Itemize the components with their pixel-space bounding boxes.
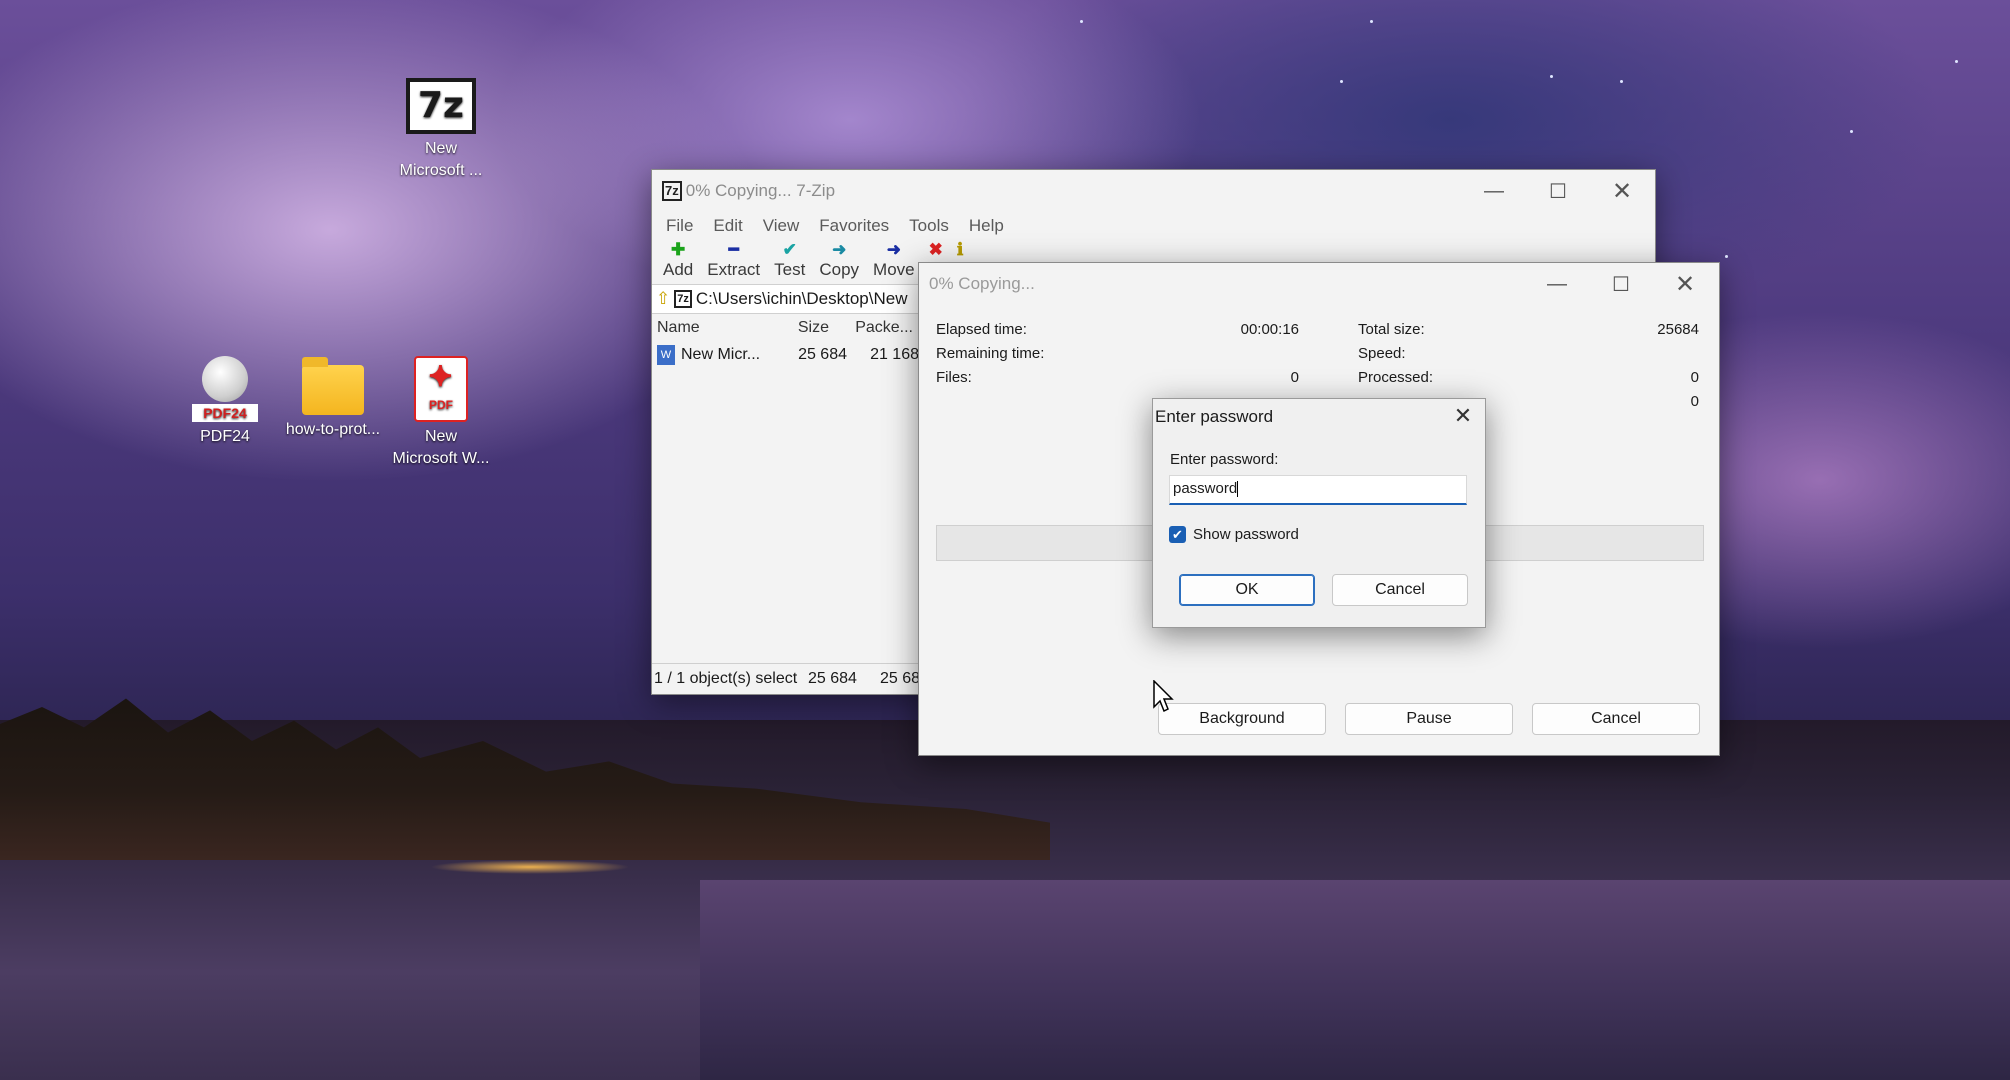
status-size: 25 684 (808, 670, 857, 687)
delete-icon: ✖ (928, 240, 943, 259)
column-packed[interactable]: Packe... (829, 319, 913, 337)
column-name[interactable]: Name (652, 319, 767, 337)
plus-icon: ✚ (671, 240, 686, 259)
desktop-shore-lights (430, 860, 630, 874)
menu-file[interactable]: File (656, 216, 703, 236)
text-caret (1237, 481, 1239, 498)
password-dialog: Enter password ✕ Enter password: passwor… (1152, 398, 1486, 628)
status-packed: 25 68 (880, 670, 921, 687)
add-label: Add (663, 260, 694, 279)
elapsed-time-value: 00:00:16 (1240, 321, 1299, 338)
speed-label: Speed: (1358, 345, 1406, 362)
app-icon: 7z (662, 181, 682, 201)
archive-icon: 7z (674, 290, 692, 308)
file-name: New Micr... (681, 346, 761, 363)
move-button[interactable]: ➜ Move (866, 240, 922, 284)
word-file-icon: W (657, 345, 675, 365)
pdf-file-icon: ⯌ PDF (414, 356, 468, 422)
maximize-button[interactable]: ☐ (1526, 170, 1590, 212)
window-title: 0% Copying... 7-Zip (685, 181, 836, 200)
mouse-cursor-icon (1153, 680, 1174, 713)
desktop-icon-label: New (424, 428, 457, 445)
password-cancel-button[interactable]: Cancel (1332, 574, 1468, 606)
progress-window-title: 0% Copying... (929, 274, 1035, 293)
processed-value: 0 (1690, 369, 1699, 386)
desktop-icon-pdf-document[interactable]: ⯌ PDF New Microsoft W... (386, 356, 496, 470)
desktop-icon-pdf24[interactable]: PDF24 PDF24 (170, 356, 280, 448)
menu-favorites[interactable]: Favorites (809, 216, 899, 236)
test-button[interactable]: ✔ Test (767, 240, 812, 284)
test-label: Test (774, 260, 806, 279)
desktop-icon-label: how-to-prot... (285, 421, 381, 438)
menu-help[interactable]: Help (959, 216, 1014, 236)
ok-button[interactable]: OK (1179, 574, 1315, 606)
desktop-icon-7z-archive[interactable]: 7z New Microsoft ... (386, 78, 496, 182)
status-selection: 1 / 1 object(s) select (654, 670, 798, 687)
elapsed-time-label: Elapsed time: (936, 321, 1027, 338)
arrow-right-icon: ➜ (886, 240, 901, 259)
file-size: 25 684 (798, 346, 847, 363)
extract-label: Extract (707, 260, 761, 279)
copy-label: Copy (819, 260, 860, 279)
compressed-value: 0 (1690, 393, 1699, 410)
progress-cancel-button[interactable]: Cancel (1532, 703, 1700, 735)
files-label: Files: (936, 369, 972, 386)
files-value: 0 (1290, 369, 1299, 386)
pdf24-badge: PDF24 (192, 404, 258, 422)
desktop-sea (700, 880, 2010, 1080)
check-icon: ✔ (782, 240, 797, 259)
background-button[interactable]: Background (1158, 703, 1326, 735)
info-icon: ℹ (956, 240, 964, 259)
7zip-file-icon: 7z (406, 78, 476, 134)
menu-edit[interactable]: Edit (703, 216, 752, 236)
remaining-time-label: Remaining time: (936, 345, 1045, 362)
show-password-checkbox[interactable]: ✔ (1169, 526, 1186, 543)
up-folder-icon[interactable]: ⇧ (652, 289, 674, 309)
progress-minimize-button[interactable]: — (1525, 263, 1589, 305)
pdf-badge: PDF (429, 398, 453, 412)
file-packed: 21 168 (870, 346, 919, 363)
column-size[interactable]: Size (767, 319, 829, 337)
pause-button[interactable]: Pause (1345, 703, 1513, 735)
desktop-icon-label-2: Microsoft W... (392, 450, 490, 467)
total-size-value: 25684 (1657, 321, 1699, 338)
folder-icon (302, 357, 364, 415)
copy-button[interactable]: ➜ Copy (812, 240, 866, 284)
password-field-label: Enter password: (1170, 451, 1279, 468)
pdf24-app-icon: PDF24 (192, 356, 258, 422)
progress-maximize-button[interactable]: ☐ (1589, 263, 1653, 305)
menu-view[interactable]: View (753, 216, 810, 236)
move-label: Move (873, 260, 915, 279)
desktop-icon-label: PDF24 (200, 428, 250, 445)
show-password-label[interactable]: Show password (1193, 526, 1299, 543)
add-button[interactable]: ✚ Add (656, 240, 700, 284)
menu-tools[interactable]: Tools (899, 216, 959, 236)
extract-button[interactable]: ━ Extract (700, 240, 767, 284)
arrow-right-icon: ➜ (832, 240, 847, 259)
processed-label: Processed: (1358, 369, 1434, 386)
password-dialog-close-button[interactable]: ✕ (1445, 401, 1481, 431)
minimize-button[interactable]: — (1462, 170, 1526, 212)
menu-bar: File Edit View Favorites Tools Help (652, 212, 1655, 240)
desktop-icon-folder[interactable]: how-to-prot... (278, 357, 388, 441)
password-input-value: password (1173, 480, 1238, 497)
desktop-icon-label: New (424, 140, 457, 157)
progress-close-button[interactable]: ✕ (1653, 263, 1717, 305)
close-button[interactable]: ✕ (1590, 170, 1654, 212)
password-dialog-title: Enter password (1155, 407, 1274, 426)
minus-icon: ━ (728, 240, 739, 259)
address-path: C:\Users\ichin\Desktop\New (695, 289, 908, 308)
desktop-icon-label-2: Microsoft ... (399, 162, 483, 179)
total-size-label: Total size: (1358, 321, 1425, 338)
password-input[interactable]: password (1169, 475, 1467, 505)
